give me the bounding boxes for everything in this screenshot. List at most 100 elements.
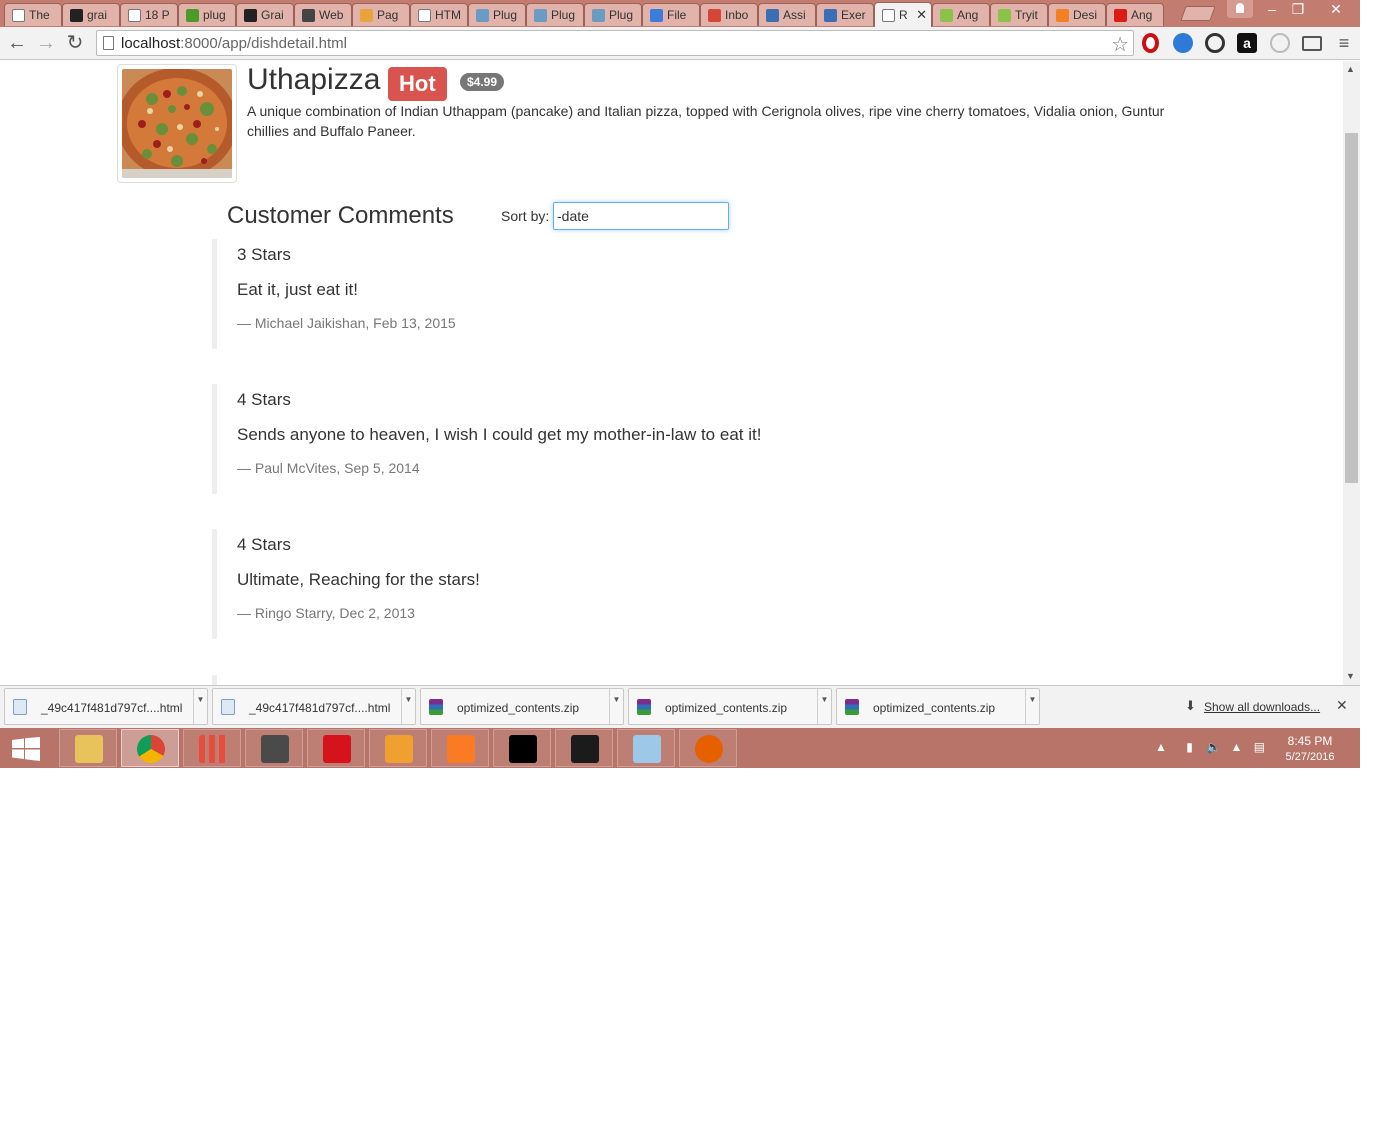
taskbar-button[interactable]: [431, 729, 489, 767]
profile-icon[interactable]: [1227, 0, 1253, 18]
browser-tab[interactable]: Assi: [758, 3, 816, 26]
tab-title: Web: [319, 8, 344, 22]
browser-tab[interactable]: 18 P: [120, 3, 178, 26]
battery-icon[interactable]: ▮: [1186, 740, 1193, 754]
tray-overflow-icon[interactable]: ▲: [1155, 740, 1167, 754]
tab-title: Exer: [841, 8, 866, 22]
menu-icon[interactable]: ≡: [1332, 31, 1356, 55]
taskbar-button[interactable]: [121, 729, 179, 767]
xampp-icon: [447, 735, 475, 763]
taskbar-button[interactable]: [245, 729, 303, 767]
scroll-down-icon[interactable]: ▼: [1346, 671, 1355, 681]
new-tab-button[interactable]: [1180, 6, 1216, 21]
download-filename: optimized_contents.zip: [665, 701, 788, 715]
browser-tab[interactable]: Web: [294, 3, 352, 26]
browser-tab[interactable]: The: [4, 3, 62, 26]
taskbar-button[interactable]: [555, 729, 613, 767]
volume-icon[interactable]: 🔈: [1206, 740, 1221, 754]
cmd-icon: [509, 735, 537, 763]
chevron-down-icon[interactable]: ▼: [401, 689, 415, 724]
taskbar-button[interactable]: [307, 729, 365, 767]
html-file-icon: [221, 699, 235, 715]
amazon-icon[interactable]: a: [1237, 33, 1257, 53]
scroll-up-icon[interactable]: ▲: [1346, 64, 1355, 74]
browser-tab[interactable]: Ang: [932, 3, 990, 26]
forward-icon[interactable]: →: [34, 31, 58, 55]
restore-icon[interactable]: ❐: [1284, 0, 1312, 20]
scrollbar-thumb[interactable]: [1345, 133, 1358, 483]
taskbar-button[interactable]: [617, 729, 675, 767]
comment-rating: 4 Stars: [237, 390, 291, 409]
screen: The grai 18 P plug Grai Web Pag HTM Plug Plug Plug…: [0, 0, 1380, 1126]
dish-price-badge: $4.99: [460, 73, 505, 91]
comment-author-date: — Ringo Starry, Dec 2, 2013: [237, 605, 415, 621]
browser-tab[interactable]: Plug: [526, 3, 584, 26]
reload-icon[interactable]: ↻: [63, 31, 87, 55]
comment-text: Sends anyone to heaven, I wish I could g…: [237, 425, 762, 444]
show-all-downloads-link[interactable]: Show all downloads...: [1204, 700, 1320, 714]
tab-title: Plug: [493, 8, 518, 22]
download-item[interactable]: optimized_contents.zip ▼: [628, 688, 832, 725]
tab-title: Pag: [377, 8, 399, 22]
download-item[interactable]: optimized_contents.zip ▼: [836, 688, 1040, 725]
address-bar[interactable]: localhost:8000/app/dishdetail.html ☆: [96, 30, 1134, 56]
close-tab-icon[interactable]: ✕: [916, 7, 927, 23]
browser-tab[interactable]: Pag: [352, 3, 410, 26]
page-icon: [418, 8, 431, 22]
browser-tab[interactable]: HTM: [410, 3, 468, 26]
windows-start-icon[interactable]: [12, 737, 40, 761]
browser-tab[interactable]: Plug: [468, 3, 526, 26]
browser-tab[interactable]: Plug: [584, 3, 642, 26]
github-icon: [244, 8, 257, 22]
browser-tab[interactable]: R ✕: [874, 2, 932, 27]
tab-title: Plug: [609, 8, 634, 22]
browser-tab[interactable]: Tryit: [990, 3, 1048, 26]
comment-item: 3 Stars Eat it, just eat it! — Michael J…: [212, 239, 1112, 349]
download-item[interactable]: _49c417f481d797cf....html ▼: [4, 688, 208, 725]
tab-title: Desi: [1073, 8, 1098, 22]
comment-author-date: — Michael Jaikishan, Feb 13, 2015: [237, 315, 456, 331]
action-center-icon[interactable]: ▤: [1254, 740, 1265, 754]
close-window-icon[interactable]: ✕: [1322, 0, 1350, 20]
file-icon: [650, 8, 663, 22]
browser-tab[interactable]: Ang: [1106, 3, 1164, 26]
bookmark-star-icon[interactable]: ☆: [1111, 32, 1129, 57]
browser-tab[interactable]: Desi: [1048, 3, 1106, 26]
taskbar-button[interactable]: [493, 729, 551, 767]
taskbar-button[interactable]: [59, 729, 117, 767]
winrar-icon: [845, 699, 859, 715]
download-item[interactable]: _49c417f481d797cf....html ▼: [212, 688, 416, 725]
chevron-down-icon[interactable]: ▼: [817, 689, 831, 724]
browser-tab[interactable]: File: [642, 3, 700, 26]
browser-tab[interactable]: grai: [62, 3, 120, 26]
tab-title: Ang: [957, 8, 979, 22]
taskbar-button[interactable]: [369, 729, 427, 767]
chevron-down-icon[interactable]: ▼: [193, 689, 207, 724]
page-scrollbar[interactable]: ▲ ▼: [1343, 61, 1360, 685]
network-icon[interactable]: ▲: [1230, 740, 1242, 754]
close-icon[interactable]: ✕: [1336, 697, 1348, 714]
browser-tab[interactable]: Inbo: [700, 3, 758, 26]
browser-tab[interactable]: Exer: [816, 3, 874, 26]
chevron-down-icon[interactable]: ▼: [1025, 689, 1039, 724]
sync-extension-icon[interactable]: [1205, 33, 1225, 53]
cast-icon[interactable]: [1302, 36, 1322, 51]
clock-time[interactable]: 8:45 PM: [1284, 734, 1336, 748]
browser-tab[interactable]: plug: [178, 3, 236, 26]
taskbar-button[interactable]: [679, 729, 737, 767]
back-icon[interactable]: ←: [5, 31, 29, 55]
download-item[interactable]: optimized_contents.zip ▼: [420, 688, 624, 725]
chevron-down-icon[interactable]: ▼: [609, 689, 623, 724]
clock-date[interactable]: 5/27/2016: [1280, 751, 1340, 763]
globe-extension-icon[interactable]: [1173, 33, 1193, 53]
comment-rating: 4 Stars: [237, 535, 291, 554]
taskbar-button[interactable]: [183, 729, 241, 767]
sort-input[interactable]: [553, 202, 729, 230]
react-devtools-icon[interactable]: [1270, 33, 1290, 53]
opera-icon[interactable]: [1142, 33, 1159, 53]
browser-tab[interactable]: Grai: [236, 3, 294, 26]
minimize-icon[interactable]: –: [1258, 0, 1286, 20]
plunker-icon: [940, 8, 953, 22]
tab-title: Plug: [551, 8, 576, 22]
gmail-icon: [708, 8, 721, 22]
